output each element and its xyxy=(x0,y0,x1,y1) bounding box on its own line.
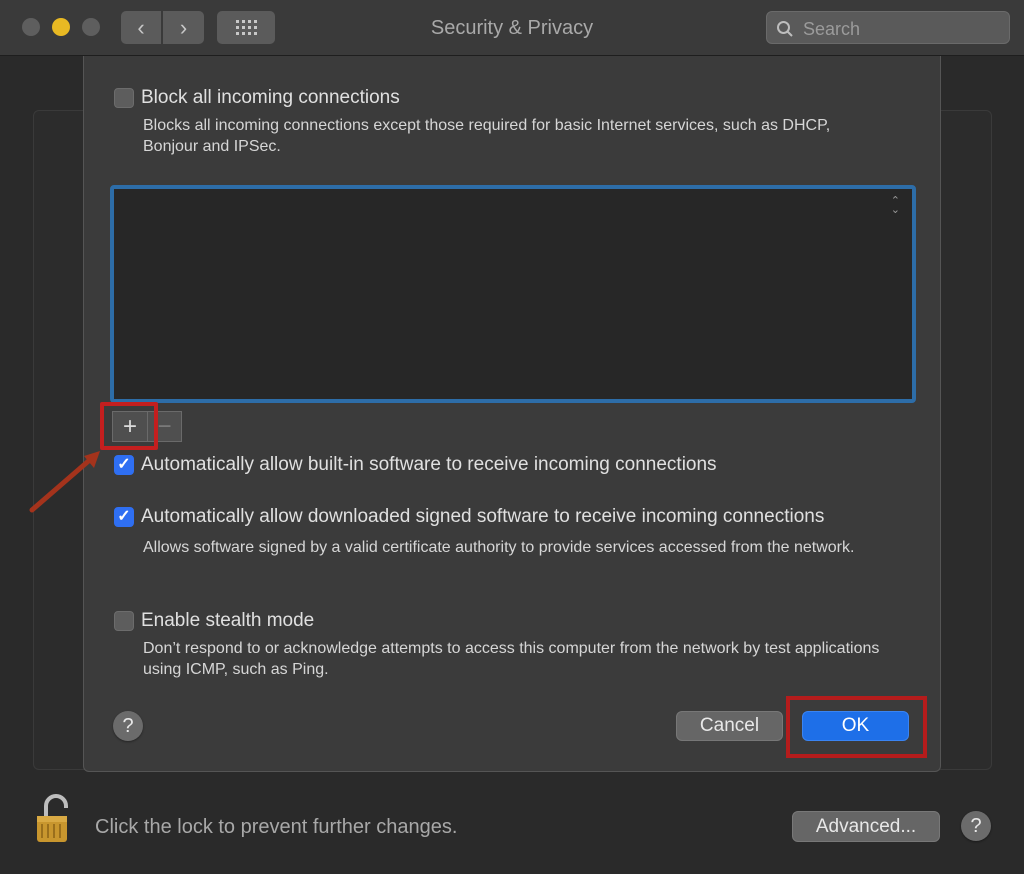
block-all-checkbox[interactable] xyxy=(114,88,134,108)
footer-help-icon[interactable]: ? xyxy=(961,811,991,841)
block-all-label: Block all incoming connections xyxy=(141,87,400,108)
stealth-mode-checkbox[interactable] xyxy=(114,611,134,631)
annotation-arrow-icon xyxy=(29,451,100,513)
search-icon xyxy=(777,21,793,37)
stealth-mode-description: Don’t respond to or acknowledge attempts… xyxy=(143,640,880,678)
auto-allow-builtin-label: Automatically allow built-in software to… xyxy=(141,454,717,475)
block-all-description: Blocks all incoming connections except t… xyxy=(143,117,831,155)
highlight-add-button xyxy=(100,402,158,450)
auto-allow-builtin-checkbox[interactable]: ✓ xyxy=(114,455,134,475)
checkmark-icon: ✓ xyxy=(117,508,131,525)
title-bar: ‹ › Security & Privacy xyxy=(0,0,1024,56)
help-icon[interactable]: ? xyxy=(113,711,143,741)
search-field[interactable] xyxy=(766,11,1010,44)
checkmark-icon: ✓ xyxy=(117,456,131,473)
cancel-button[interactable]: Cancel xyxy=(676,711,783,741)
search-input[interactable] xyxy=(801,16,1005,42)
auto-allow-signed-label: Automatically allow downloaded signed so… xyxy=(141,506,825,527)
highlight-ok-button xyxy=(786,696,927,758)
auto-allow-signed-checkbox[interactable]: ✓ xyxy=(114,507,134,527)
auto-allow-signed-description: Allows software signed by a valid certif… xyxy=(143,539,855,556)
lock-icon[interactable] xyxy=(34,794,74,844)
lock-status-text: Click the lock to prevent further change… xyxy=(95,816,458,838)
advanced-button[interactable]: Advanced... xyxy=(792,811,940,842)
firewall-options-sheet: Block all incoming connections Blocks al… xyxy=(83,56,941,772)
sort-arrows-icon[interactable]: ⌃ ⌄ xyxy=(891,196,900,216)
application-list[interactable]: ⌃ ⌄ xyxy=(110,185,916,403)
stealth-mode-label: Enable stealth mode xyxy=(141,610,315,631)
